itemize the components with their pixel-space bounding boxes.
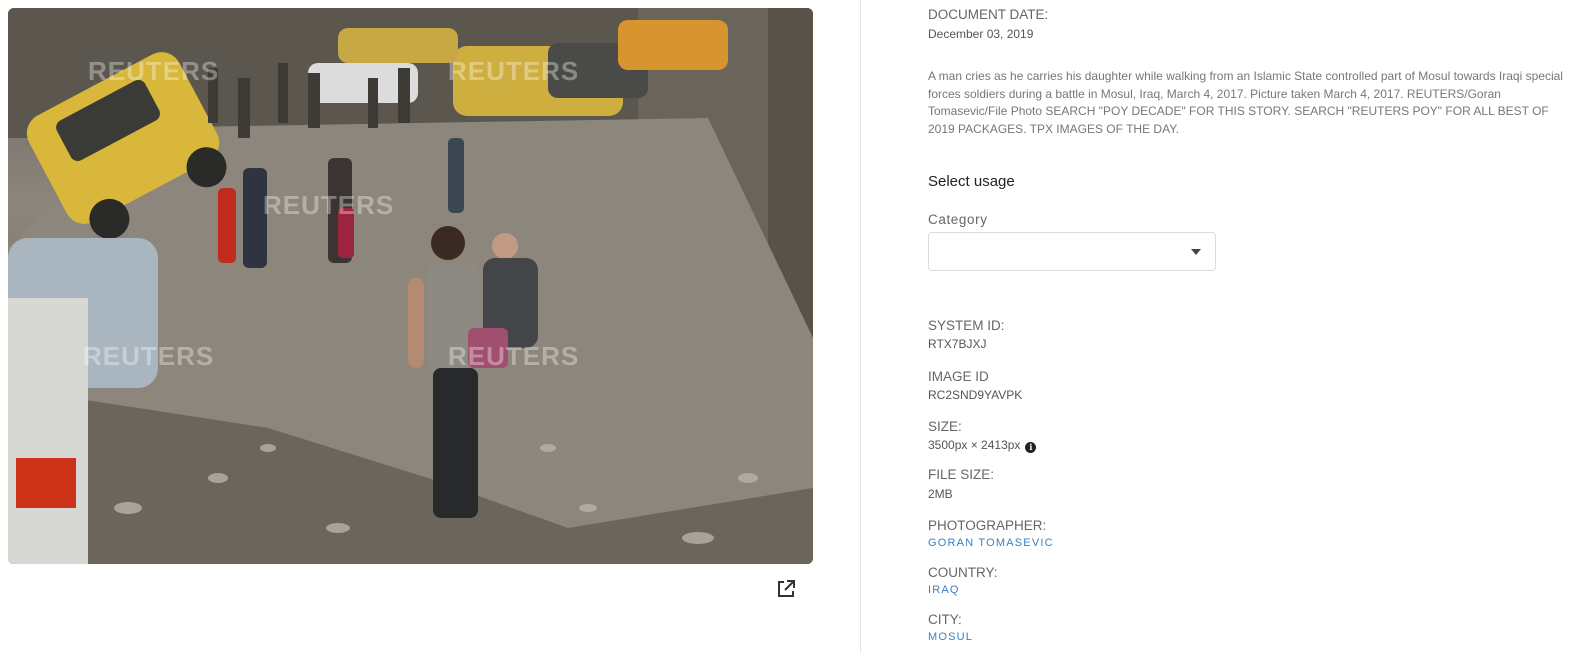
photographer: PHOTOGRAPHER: GORAN TOMASEVIC xyxy=(928,518,1054,550)
file-size-label: FILE SIZE: xyxy=(928,467,995,482)
city-label: CITY: xyxy=(928,612,962,627)
photographer-link[interactable]: GORAN TOMASEVIC xyxy=(928,536,1054,550)
country-label: COUNTRY: xyxy=(928,565,998,580)
panel-divider xyxy=(860,0,861,653)
external-link-icon[interactable] xyxy=(776,579,796,599)
size-value: 3500px × 2413px xyxy=(928,438,1021,452)
watermark: REUTERS xyxy=(263,190,395,220)
country-link[interactable]: IRAQ xyxy=(928,583,998,597)
watermark: REUTERS xyxy=(83,341,215,371)
document-date: DOCUMENT DATE: December 03, 2019 xyxy=(928,7,1048,42)
photographer-label: PHOTOGRAPHER: xyxy=(928,518,1047,533)
photo-illustration xyxy=(8,8,813,564)
image-id-value: RC2SND9YAVPK xyxy=(928,388,1023,402)
size-label: SIZE: xyxy=(928,419,962,434)
size-row: 3500px × 2413px i xyxy=(928,437,1037,453)
city-link[interactable]: MOSUL xyxy=(928,630,973,644)
photo-panel: REUTERS REUTERS REUTERS REUTERS REUTERS xyxy=(0,0,866,653)
system-id-label: SYSTEM ID: xyxy=(928,318,1005,333)
system-id: SYSTEM ID: RTX7BJXJ xyxy=(928,318,1005,352)
chevron-down-icon xyxy=(1191,249,1201,255)
document-date-value: December 03, 2019 xyxy=(928,27,1034,41)
info-icon[interactable]: i xyxy=(1025,442,1037,453)
select-usage-heading: Select usage xyxy=(928,173,1015,190)
image-id: IMAGE ID RC2SND9YAVPK xyxy=(928,369,1022,403)
watermark: REUTERS xyxy=(448,341,580,371)
country: COUNTRY: IRAQ xyxy=(928,565,998,597)
category-label: Category xyxy=(928,212,988,227)
system-id-value: RTX7BJXJ xyxy=(928,337,987,351)
watermark: REUTERS xyxy=(448,56,580,86)
image-id-label: IMAGE ID xyxy=(928,369,989,384)
news-photo[interactable]: REUTERS REUTERS REUTERS REUTERS REUTERS xyxy=(8,8,813,564)
file-size: FILE SIZE: 2MB xyxy=(928,467,994,502)
size: SIZE: 3500px × 2413px i xyxy=(928,419,1037,453)
image-detail-page: REUTERS REUTERS REUTERS REUTERS REUTERS … xyxy=(0,0,1578,653)
category-dropdown[interactable] xyxy=(928,232,1216,271)
document-date-label: DOCUMENT DATE: xyxy=(928,7,1049,22)
photo-caption: A man cries as he carries his daughter w… xyxy=(928,69,1563,136)
city: CITY: MOSUL xyxy=(928,612,973,644)
watermark: REUTERS xyxy=(88,56,220,86)
file-size-value: 2MB xyxy=(928,487,953,501)
